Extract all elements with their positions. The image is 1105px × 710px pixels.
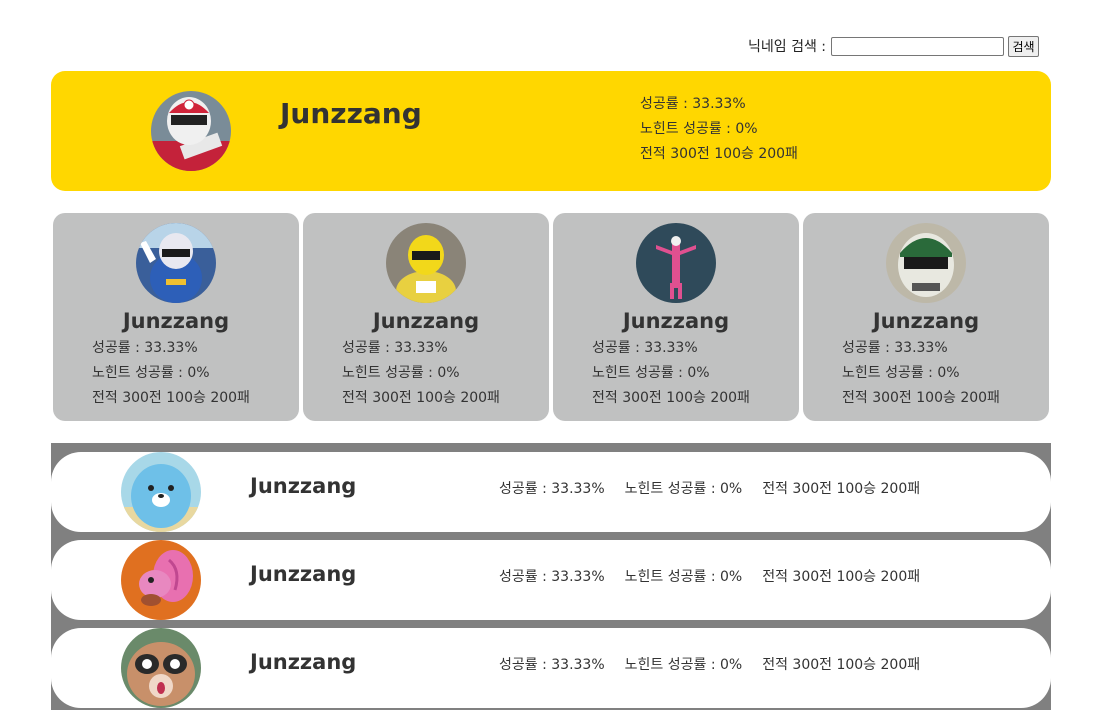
rank-card[interactable]: Junzzang 성공률 : 33.33% 노힌트 성공률 : 0% 전적 30…: [553, 213, 799, 421]
top-rank-card[interactable]: Junzzang 성공률 : 33.33% 노힌트 성공률 : 0% 전적 30…: [51, 71, 1051, 191]
blue-ranger-avatar-icon: [136, 223, 216, 303]
user-name: Junzzang: [250, 562, 357, 586]
nohint-success-rate: 노힌트 성공률 : 0%: [624, 481, 743, 497]
search-button[interactable]: 검색: [1008, 35, 1040, 57]
nohint-success-rate: 노힌트 성공률 : 0%: [92, 365, 210, 381]
list-item[interactable]: Junzzang 성공률 : 33.33% 노힌트 성공률 : 0% 전적 30…: [51, 628, 1051, 708]
record: 전적 300전 100승 200패: [640, 146, 798, 162]
red-ranger-avatar-icon: [151, 91, 231, 171]
user-name: Junzzang: [372, 309, 480, 333]
green-ranger-avatar-icon: [886, 223, 966, 303]
top-user-name: Junzzang: [280, 97, 422, 130]
success-rate: 성공률 : 33.33%: [499, 657, 605, 673]
rank-card[interactable]: Junzzang 성공률 : 33.33% 노힌트 성공률 : 0% 전적 30…: [303, 213, 549, 421]
nohint-success-rate: 노힌트 성공률 : 0%: [624, 569, 743, 585]
user-stats: 성공률 : 33.33% 노힌트 성공률 : 0% 전적 300전 100승 2…: [92, 336, 250, 411]
nohint-success-rate: 노힌트 성공률 : 0%: [342, 365, 460, 381]
success-rate: 성공률 : 33.33%: [342, 340, 448, 356]
user-stats: 성공률 : 33.33% 노힌트 성공률 : 0% 전적 300전 100승 2…: [499, 654, 920, 674]
search-input[interactable]: [831, 36, 1005, 56]
success-rate: 성공률 : 33.33%: [592, 340, 698, 356]
top-user-stats: 성공률 : 33.33% 노힌트 성공률 : 0% 전적 300전 100승 2…: [640, 92, 798, 167]
nohint-success-rate: 노힌트 성공률 : 0%: [592, 365, 710, 381]
pink-squirrel-avatar-icon: [121, 540, 201, 620]
user-name: Junzzang: [250, 650, 357, 674]
success-rate: 성공률 : 33.33%: [92, 340, 198, 356]
raccoon-avatar-icon: [121, 628, 201, 708]
success-rate: 성공률 : 33.33%: [499, 481, 605, 497]
user-name: Junzzang: [622, 309, 730, 333]
user-name: Junzzang: [872, 309, 980, 333]
record: 전적 300전 100승 200패: [762, 657, 921, 673]
list-item[interactable]: Junzzang 성공률 : 33.33% 노힌트 성공률 : 0% 전적 30…: [51, 452, 1051, 532]
nickname-search: 닉네임 검색 : 검색: [748, 34, 1040, 58]
user-stats: 성공률 : 33.33% 노힌트 성공률 : 0% 전적 300전 100승 2…: [842, 336, 1000, 411]
search-label: 닉네임 검색 :: [748, 39, 827, 55]
user-name: Junzzang: [122, 309, 230, 333]
record: 전적 300전 100승 200패: [762, 481, 921, 497]
record: 전적 300전 100승 200패: [762, 569, 921, 585]
list-item[interactable]: Junzzang 성공률 : 33.33% 노힌트 성공률 : 0% 전적 30…: [51, 540, 1051, 620]
record: 전적 300전 100승 200패: [842, 390, 1000, 406]
pink-ranger-avatar-icon: [636, 223, 716, 303]
record: 전적 300전 100승 200패: [592, 390, 750, 406]
blue-seal-avatar-icon: [121, 452, 201, 532]
rank-card[interactable]: Junzzang 성공률 : 33.33% 노힌트 성공률 : 0% 전적 30…: [803, 213, 1049, 421]
rank-card-grid: Junzzang 성공률 : 33.33% 노힌트 성공률 : 0% 전적 30…: [53, 213, 1049, 421]
user-stats: 성공률 : 33.33% 노힌트 성공률 : 0% 전적 300전 100승 2…: [342, 336, 500, 411]
record: 전적 300전 100승 200패: [342, 390, 500, 406]
nohint-success-rate: 노힌트 성공률 : 0%: [640, 121, 758, 137]
user-stats: 성공률 : 33.33% 노힌트 성공률 : 0% 전적 300전 100승 2…: [499, 478, 920, 498]
user-stats: 성공률 : 33.33% 노힌트 성공률 : 0% 전적 300전 100승 2…: [592, 336, 750, 411]
rank-list[interactable]: Junzzang 성공률 : 33.33% 노힌트 성공률 : 0% 전적 30…: [51, 443, 1051, 710]
nohint-success-rate: 노힌트 성공률 : 0%: [624, 657, 743, 673]
record: 전적 300전 100승 200패: [92, 390, 250, 406]
success-rate: 성공률 : 33.33%: [640, 96, 746, 112]
user-stats: 성공률 : 33.33% 노힌트 성공률 : 0% 전적 300전 100승 2…: [499, 566, 920, 586]
success-rate: 성공률 : 33.33%: [499, 569, 605, 585]
rank-card[interactable]: Junzzang 성공률 : 33.33% 노힌트 성공률 : 0% 전적 30…: [53, 213, 299, 421]
user-name: Junzzang: [250, 474, 357, 498]
nohint-success-rate: 노힌트 성공률 : 0%: [842, 365, 960, 381]
yellow-ranger-avatar-icon: [386, 223, 466, 303]
success-rate: 성공률 : 33.33%: [842, 340, 948, 356]
